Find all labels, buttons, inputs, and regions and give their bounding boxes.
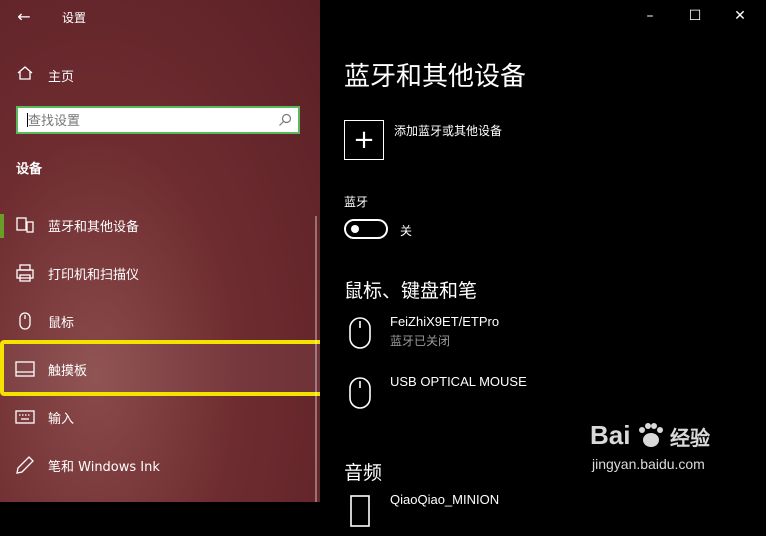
bluetooth-state: 关 [400,224,413,238]
search-input[interactable] [26,110,270,132]
close-icon[interactable]: ✕ [732,8,748,24]
watermark-brand: 经验 [670,426,710,450]
mouse-icon [19,312,31,330]
sidebar-item-home[interactable]: 主页 [0,60,320,88]
device-name: QiaoQiao_MINION [390,492,500,507]
device-item[interactable]: FeiZhiX9ET/ETPro 蓝牙已关闭 [344,314,744,358]
device-name: FeiZhiX9ET/ETPro [390,314,500,329]
back-arrow-icon[interactable]: ← [14,7,34,27]
sidebar-item-label: 主页 [48,70,75,85]
sidebar-item-label: 笔和 Windows Ink [48,460,160,475]
sidebar-item-label: 打印机和扫描仪 [48,268,140,283]
text-caret [27,113,28,127]
page-title: 蓝牙和其他设备 [344,62,527,92]
printer-icon [16,264,34,282]
watermark-url: jingyan.baidu.com [592,456,705,472]
sidebar-item-bluetooth[interactable]: 蓝牙和其他设备 [0,202,320,248]
sidebar-item-printers[interactable]: 打印机和扫描仪 [0,250,320,296]
mouse-icon [349,377,371,409]
mouse-keyboard-pen-heading: 鼠标、键盘和笔 [344,280,478,302]
sidebar-item-label: 输入 [48,412,75,427]
pen-icon [16,456,34,474]
device-item[interactable]: USB OPTICAL MOUSE [344,374,744,418]
sidebar-item-touchpad[interactable]: 触摸板 [0,346,320,392]
toggle-knob [351,225,359,233]
search-icon[interactable] [278,113,292,127]
add-device-button[interactable]: + [344,120,384,160]
window-controls: – ☐ ✕ [626,0,766,34]
bluetooth-devices-icon [16,217,34,233]
sidebar-item-typing[interactable]: 输入 [0,394,320,440]
bluetooth-label: 蓝牙 [344,195,369,209]
sidebar-item-label: 触摸板 [48,364,88,379]
sidebar-item-mouse[interactable]: 鼠标 [0,298,320,344]
active-indicator [0,214,4,238]
touchpad-icon [15,361,35,377]
add-device-label[interactable]: 添加蓝牙或其他设备 [394,122,502,139]
paw-icon [639,423,663,447]
bluetooth-toggle[interactable] [344,219,388,239]
sidebar-scrollbar[interactable] [315,216,317,502]
keyboard-icon [15,410,35,424]
watermark-logo: Bai [590,420,631,450]
device-name: USB OPTICAL MOUSE [390,374,527,389]
settings-sidebar: ← 设置 主页 设备 蓝牙和其他设备 打印机和扫描仪 [0,0,320,502]
title-bar: ← 设置 [0,0,320,34]
device-status: 蓝牙已关闭 [390,334,451,348]
sidebar-item-label: 蓝牙和其他设备 [48,220,140,235]
maximize-icon[interactable]: ☐ [687,8,703,24]
home-icon [17,66,33,80]
baidu-jingyan-watermark: Bai 经验 jingyan.baidu.com [590,420,766,502]
section-title: 设备 [16,162,43,177]
plus-icon: + [353,125,375,155]
window-title: 设置 [62,11,87,25]
sidebar-item-pen[interactable]: 笔和 Windows Ink [0,442,320,488]
minimize-icon[interactable]: – [642,8,658,24]
sidebar-item-label: 鼠标 [48,316,75,331]
audio-heading: 音频 [344,462,383,484]
mouse-icon [349,317,371,349]
speaker-icon [350,495,370,527]
search-box[interactable] [16,106,300,134]
